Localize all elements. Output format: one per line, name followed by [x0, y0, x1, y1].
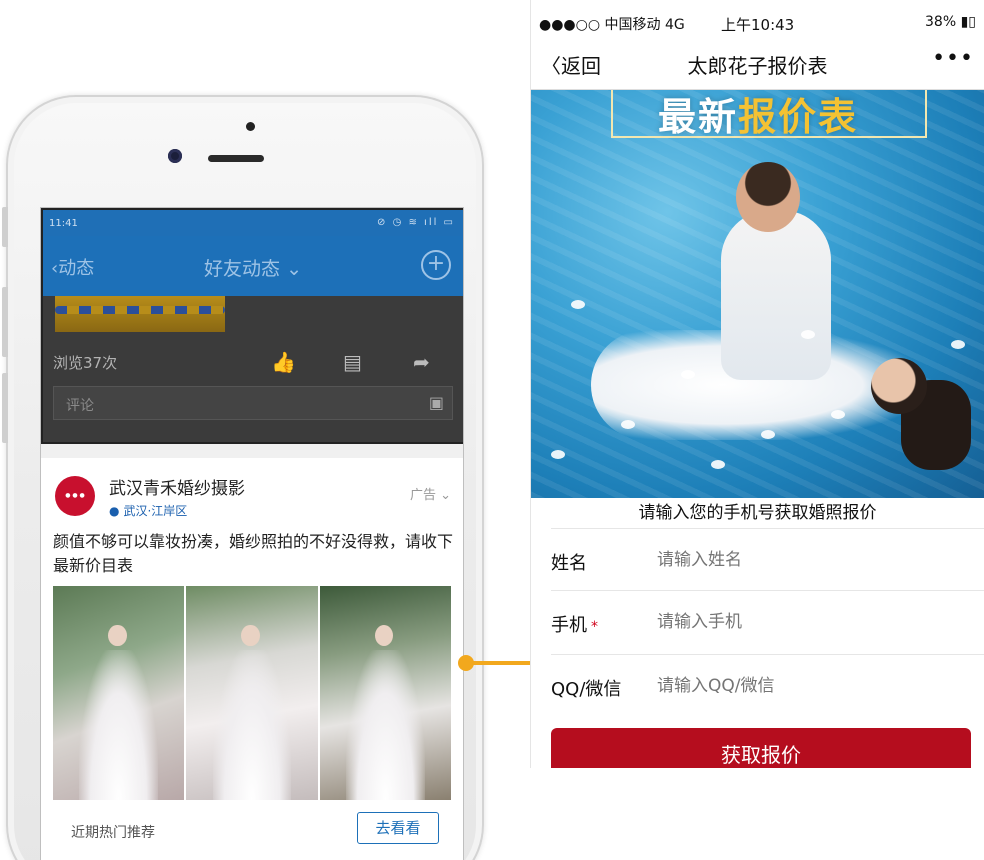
hero-title: 最新报价表 [657, 95, 859, 139]
status-time: 上午10:43 [721, 16, 795, 34]
wedding-photo-2[interactable] [186, 586, 318, 800]
feed-divider [41, 444, 463, 458]
left-phone-screen: 11:41 ⊘ ◷ ≋ ıll ▭ ‹动态 好友动态 ⌄ + 浏览37次 👍 ▤… [40, 207, 464, 860]
required-asterisk: * [591, 619, 598, 635]
status-icons: ⊘ ◷ ≋ ıll ▭ [377, 217, 455, 228]
hero-banner: 最新报价表 [531, 90, 984, 498]
wedding-photo-3[interactable] [319, 586, 451, 800]
share-icon[interactable]: ➦ [413, 350, 430, 374]
status-time: 11:41 [49, 218, 78, 229]
phone-label: 手机 * [551, 615, 598, 636]
wedding-photo-1[interactable] [53, 586, 185, 800]
battery-indicator: 38% ▮▯ [925, 14, 976, 30]
stage: 11:41 ⊘ ◷ ≋ ıll ▭ ‹动态 好友动态 ⌄ + 浏览37次 👍 ▤… [0, 0, 984, 860]
qq-row: QQ/微信 [551, 654, 984, 716]
ios-nav-bar: 〈返回 太郎花子报价表 ••• [531, 44, 984, 90]
phone-input[interactable] [657, 605, 957, 639]
location-pin-icon: ● [109, 504, 120, 518]
chevron-down-icon: ⌄ [440, 488, 451, 503]
front-camera [168, 149, 182, 163]
name-row: 姓名 [551, 528, 984, 590]
chevron-down-icon: ⌄ [286, 258, 302, 280]
view-count: 浏览37次 [53, 354, 118, 372]
ad-label[interactable]: 广告 ⌄ [410, 484, 451, 503]
like-icon[interactable]: 👍 [271, 350, 296, 374]
volume-up-button [2, 287, 8, 357]
recommend-label: 近期热门推荐 [71, 825, 155, 841]
carrier-signal: ●●●○○ 中国移动 4G [539, 17, 685, 33]
mute-switch [2, 207, 8, 247]
emoji-icon[interactable]: ▣ [429, 393, 444, 412]
name-label: 姓名 [551, 553, 587, 574]
flow-arrow-dot [458, 655, 474, 671]
earpiece-speaker [208, 155, 264, 162]
ios-status-bar: ●●●○○ 中国移动 4G 上午10:43 38% ▮▯ [531, 0, 984, 44]
qq-nav-bar: ‹动态 好友动态 ⌄ + [43, 236, 463, 296]
form-heading: 请输入您的手机号获取婚照报价 [638, 503, 877, 523]
qq-label: QQ/微信 [551, 679, 622, 700]
left-phone-frame: 11:41 ⊘ ◷ ≋ ıll ▭ ‹动态 好友动态 ⌄ + 浏览37次 👍 ▤… [2, 95, 484, 860]
comment-input[interactable]: 评论 ▣ [53, 386, 453, 420]
battery-icon: ▮▯ [960, 14, 976, 30]
right-phone-screen: ●●●○○ 中国移动 4G 上午10:43 38% ▮▯ 〈返回 太郎花子报价表… [530, 0, 984, 768]
name-input[interactable] [657, 543, 957, 577]
nav-title[interactable]: 好友动态 ⌄ [43, 254, 463, 281]
post-text: 颜值不够可以靠妆扮凑，婚纱照拍的不好没得救，请收下最新价目表 [53, 532, 454, 575]
shop-name[interactable]: 武汉青禾婚纱摄影 [109, 474, 245, 499]
comment-icon[interactable]: ▤ [343, 350, 362, 374]
more-icon[interactable]: ••• [932, 46, 974, 71]
go-see-button[interactable]: 去看看 [357, 812, 439, 844]
dimmed-feed-area: 11:41 ⊘ ◷ ≋ ıll ▭ ‹动态 好友动态 ⌄ + 浏览37次 👍 ▤… [41, 208, 463, 444]
volume-down-button [2, 373, 8, 443]
qq-input[interactable] [657, 669, 957, 703]
plus-icon[interactable]: + [421, 250, 451, 280]
page-title: 太郎花子报价表 [687, 54, 828, 78]
avatar[interactable]: ● ● ● [55, 476, 95, 516]
get-quote-button[interactable]: 获取报价 [551, 728, 971, 768]
groom-figure [721, 210, 831, 380]
phone-row: 手机 * [551, 590, 984, 652]
location[interactable]: ● 武汉·江岸区 [109, 502, 187, 519]
android-status-bar: 11:41 ⊘ ◷ ≋ ıll ▭ [43, 210, 463, 236]
photo-grid [53, 586, 451, 800]
previous-post-image[interactable] [55, 296, 225, 332]
proximity-sensor [246, 122, 255, 131]
